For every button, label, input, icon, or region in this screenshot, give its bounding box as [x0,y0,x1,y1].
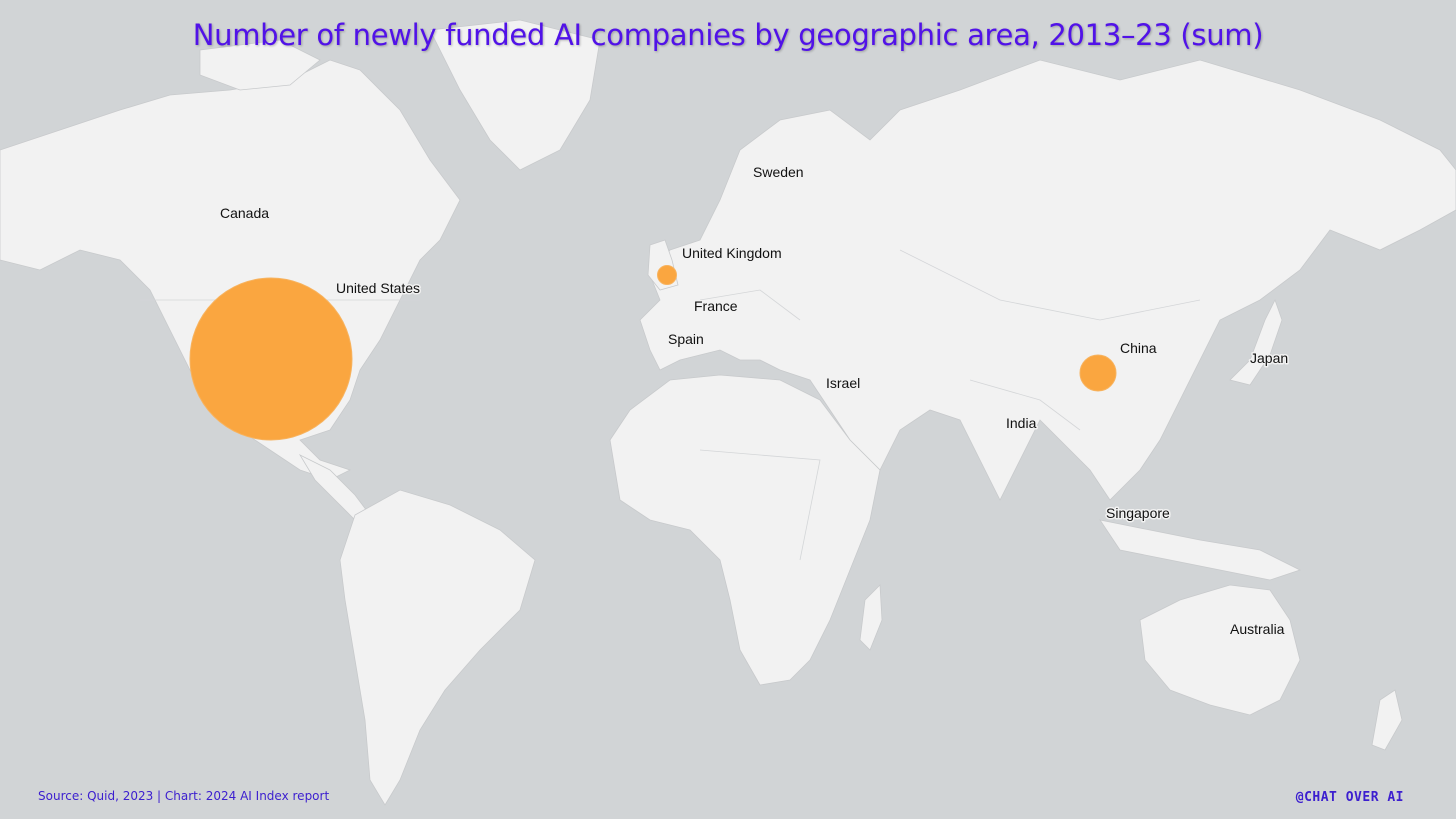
label-united-states: United States [336,280,420,296]
label-israel: Israel [826,375,860,391]
page-title: Number of newly funded AI companies by g… [192,18,1264,52]
label-singapore: Singapore [1106,505,1170,521]
label-spain: Spain [668,331,704,347]
label-china: China [1120,340,1157,356]
brand-watermark: @CHAT OVER AI [1295,790,1404,805]
label-sweden: Sweden [753,164,804,180]
world-map: Canada United States Sweden United Kingd… [0,0,1456,819]
label-australia: Australia [1230,621,1285,637]
label-france: France [694,298,738,314]
bubble-united-kingdom[interactable] [657,265,677,285]
label-japan: Japan [1250,350,1288,366]
label-canada: Canada [220,205,269,221]
bubble-united-states[interactable] [189,277,353,441]
source-note: Source: Quid, 2023 | Chart: 2024 AI Inde… [38,789,330,803]
bubble-china[interactable] [1079,354,1117,392]
label-india: India [1006,415,1037,431]
label-united-kingdom: United Kingdom [682,245,782,261]
